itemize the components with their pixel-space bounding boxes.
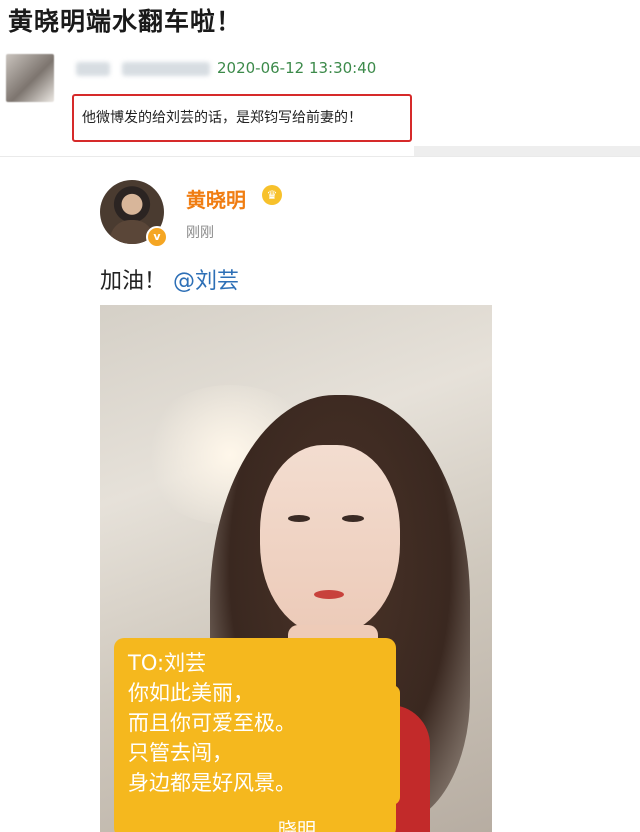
post-body: 加油！ bbox=[100, 269, 167, 294]
note-line: 你如此美丽， bbox=[128, 681, 254, 705]
comment-text: 他微博发的给刘芸的话，是郑钧写给前妻的！ bbox=[82, 110, 362, 126]
article-title: 黄晓明端水翻车啦！ bbox=[8, 7, 243, 36]
note-line: 而且你可爱至极。 bbox=[128, 711, 296, 735]
commenter-name-blurred bbox=[76, 62, 110, 76]
highlighted-comment: 他微博发的给刘芸的话，是郑钧写给前妻的！ bbox=[72, 94, 412, 142]
weibo-post-text: 加油！ @刘芸 bbox=[100, 263, 239, 295]
weibo-post-time: 刚刚 bbox=[186, 225, 214, 241]
divider bbox=[414, 146, 640, 156]
note-line: TO:刘芸 bbox=[128, 651, 207, 675]
note-line: 身边都是好风景。 bbox=[128, 771, 296, 795]
portrait-eye bbox=[288, 515, 310, 522]
verified-badge-icon: v bbox=[146, 226, 168, 248]
portrait-eye bbox=[342, 515, 364, 522]
note-line: 只管去闯， bbox=[128, 741, 233, 765]
portrait-face bbox=[260, 445, 400, 635]
yellow-note bbox=[350, 685, 400, 805]
mention-link[interactable]: @刘芸 bbox=[173, 269, 239, 294]
weibo-author-name[interactable]: 黄晓明 bbox=[186, 184, 246, 213]
portrait-lips bbox=[314, 590, 344, 599]
comment-date: 2020-06-12 13:30:40 bbox=[217, 59, 377, 77]
commenter-name-blurred bbox=[122, 62, 210, 76]
commenter-avatar[interactable] bbox=[6, 54, 54, 102]
note-text: TO:刘芸 你如此美丽， 而且你可爱至极。 只管去闯， 身边都是好风景。 bbox=[128, 648, 296, 798]
crown-icon: ♛ bbox=[262, 185, 282, 205]
note-signature: 晓明 bbox=[278, 819, 317, 832]
post-photo[interactable]: TO:刘芸 你如此美丽， 而且你可爱至极。 只管去闯， 身边都是好风景。 晓明 bbox=[100, 305, 492, 832]
divider bbox=[0, 156, 640, 157]
